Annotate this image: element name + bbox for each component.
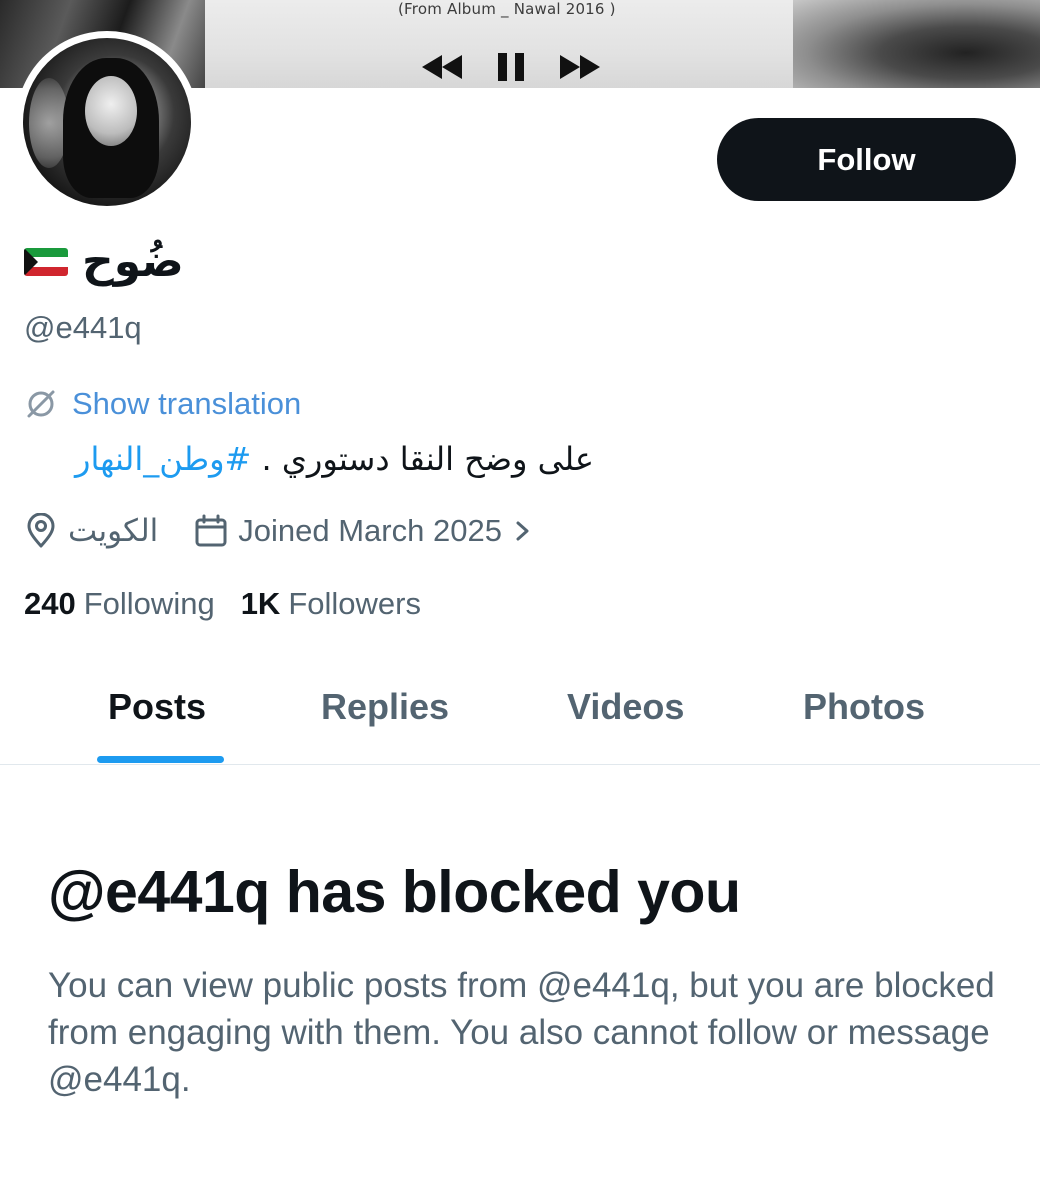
tab-posts[interactable]: Posts [108,686,206,728]
tab-replies[interactable]: Replies [321,686,449,728]
pause-icon [498,53,524,81]
blocked-description: You can view public posts from @e441q, b… [48,966,995,1099]
bio-hashtag-link[interactable]: #وطن_النهار [75,440,251,478]
blocked-title: @e441q has blocked you [48,859,741,925]
chevron-right-icon[interactable] [512,516,534,546]
follow-stats: 240 Following 1K Followers [24,586,421,622]
followers-stat[interactable]: 1K Followers [241,586,421,622]
fast-forward-icon [560,55,600,79]
user-handle: @e441q [24,310,142,345]
album-caption: (From Album _ Nawal 2016 ) [398,0,616,18]
rewind-icon [422,55,462,79]
profile-tabs: Posts Replies Videos Photos [0,660,1040,765]
following-count: 240 [24,586,76,621]
location-text: الكويت [68,513,159,549]
calendar-icon [195,514,227,547]
avatar-photo [23,38,191,206]
followers-label: Followers [288,586,421,621]
show-translation-link[interactable]: Show translation [24,386,301,422]
location-pin-icon [27,513,55,548]
profile-meta-row: الكويت Joined March 2025 [24,508,534,554]
display-name: ضُوح [82,236,184,287]
following-label: Following [83,586,215,621]
followers-count: 1K [240,586,281,621]
bio-text: على وضح النقا دستوري . [251,440,594,478]
display-name-row: ضُوح [24,232,184,292]
media-player-graphic [420,50,602,84]
banner-photo-right [793,0,1040,88]
following-stat[interactable]: 240 Following [24,586,215,622]
tab-videos[interactable]: Videos [567,686,684,728]
kuwait-flag-icon [24,248,68,276]
follow-button[interactable]: Follow [717,118,1016,201]
show-translation-label: Show translation [72,386,302,421]
active-tab-indicator [97,756,224,763]
translate-icon [27,390,55,418]
avatar[interactable] [16,31,198,213]
tab-photos[interactable]: Photos [803,686,925,728]
profile-bio: على وضح النقا دستوري . #وطن_النهار [24,440,594,490]
joined-date[interactable]: Joined March 2025 [238,513,502,549]
